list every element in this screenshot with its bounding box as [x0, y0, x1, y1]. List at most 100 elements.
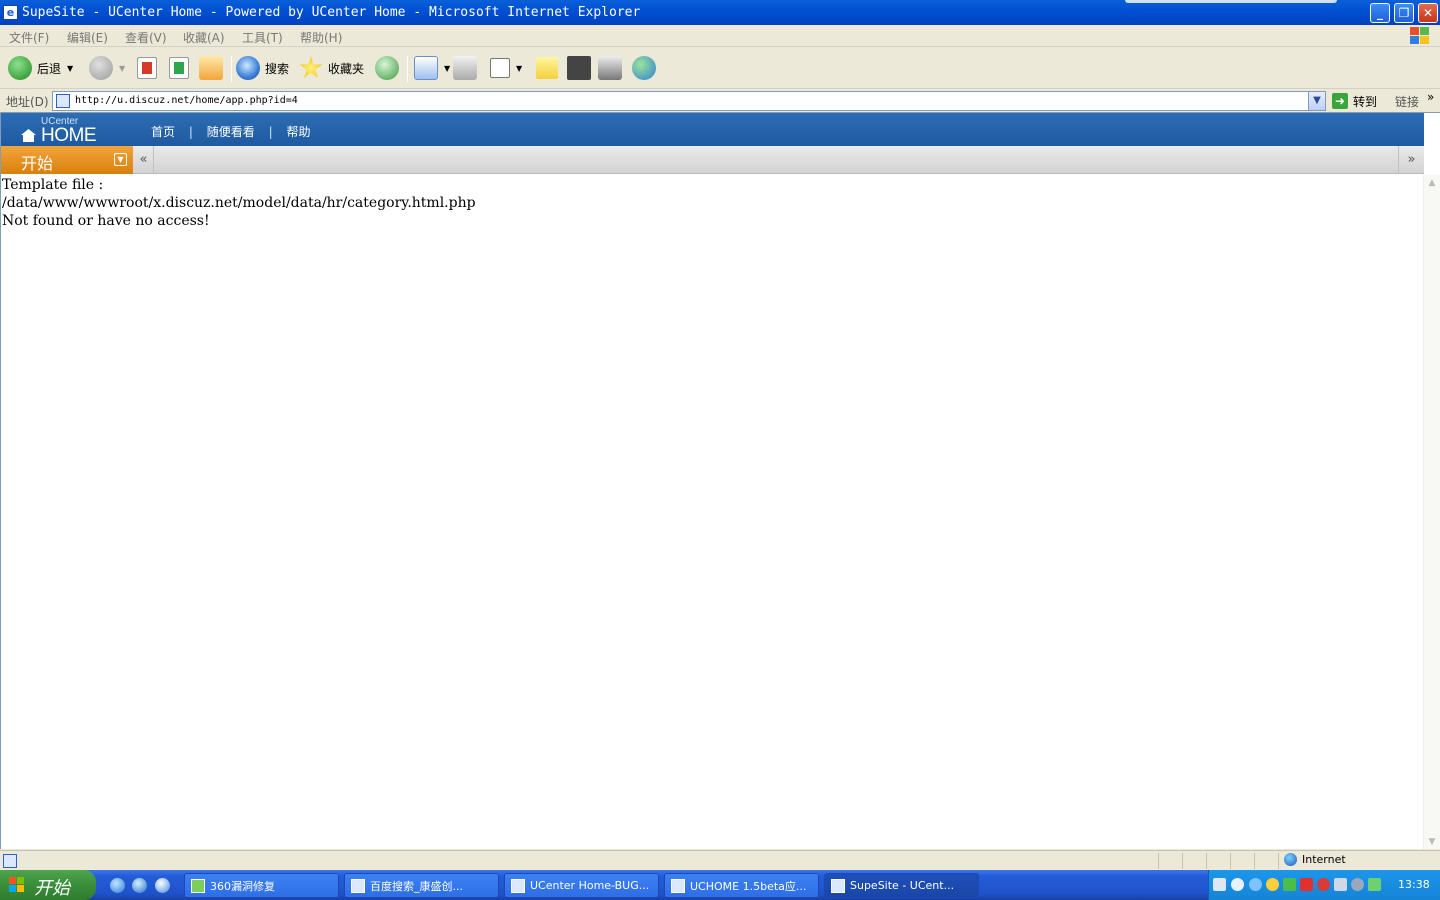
links-chevron-icon[interactable]: »	[1427, 90, 1434, 104]
status-pane	[1254, 853, 1278, 869]
address-field[interactable]: http://u.discuz.net/home/app.php?id=4 ▼	[52, 91, 1326, 111]
window-title: SupeSite - UCenter Home - Powered by UCe…	[22, 5, 641, 20]
ie-icon	[351, 878, 365, 893]
volume-icon[interactable]	[1334, 878, 1347, 891]
taskbar-item-supesite[interactable]: SupeSite - UCent...	[824, 873, 979, 898]
uchome-logo[interactable]: UCenter HOME	[19, 116, 119, 146]
uchome-start-label: 开始	[21, 154, 54, 173]
clock[interactable]: 13:38	[1398, 878, 1430, 891]
uchome-start-button[interactable]: 开始 ▼	[1, 146, 133, 174]
favorites-button[interactable]: 收藏夹	[299, 55, 364, 81]
note-icon	[536, 57, 558, 79]
toolbar-separator	[407, 56, 408, 82]
toolbar-separator	[231, 56, 232, 82]
home-button[interactable]	[199, 55, 223, 81]
keyboard-icon[interactable]	[1213, 878, 1226, 891]
research-button[interactable]	[598, 55, 622, 81]
refresh-button[interactable]	[169, 55, 189, 81]
window-title-bar[interactable]: e SupeSite - UCenter Home - Powered by U…	[0, 0, 1440, 25]
status-pane	[1158, 853, 1182, 869]
start-button[interactable]: 开始	[0, 870, 96, 900]
ie-quicklaunch-icon[interactable]	[132, 878, 147, 893]
taskbar: 开始 360漏洞修复 百度搜索_康盛创... UCenter Home-BUG.…	[0, 870, 1440, 900]
menu-help[interactable]: 帮助(H)	[300, 29, 342, 46]
standard-toolbar: 后退 ▼ ▼ 搜索 收藏夹 ▼ ▼	[0, 48, 1440, 89]
vertical-scrollbar[interactable]: ▲ ▼	[1423, 175, 1440, 849]
scroll-down-icon[interactable]: ▼	[1424, 834, 1440, 849]
nav-home-link[interactable]: 首页	[151, 125, 175, 139]
ie-icon	[671, 878, 685, 893]
app-icon	[191, 878, 205, 893]
back-dropdown-icon[interactable]: ▼	[67, 64, 73, 73]
security-guard-icon[interactable]	[1368, 878, 1381, 891]
status-pane	[1206, 853, 1230, 869]
windows-flag-icon	[9, 877, 24, 892]
menu-bar: 文件(F) 编辑(E) 查看(V) 收藏(A) 工具(T) 帮助(H)	[0, 25, 1440, 47]
scroll-up-icon[interactable]: ▲	[1424, 175, 1440, 191]
research-icon	[598, 56, 622, 80]
restore-button[interactable]: ❐	[1394, 3, 1414, 23]
address-url[interactable]: http://u.discuz.net/home/app.php?id=4	[75, 95, 298, 106]
edit-dropdown-icon[interactable]: ▼	[516, 64, 522, 73]
show-desktop-icon[interactable]	[110, 878, 125, 893]
tray-collapse-icon[interactable]	[1231, 878, 1244, 891]
expand-right-button[interactable]: »	[1398, 146, 1424, 174]
forward-dropdown-icon[interactable]: ▼	[119, 64, 125, 73]
qq-icon[interactable]	[1266, 878, 1279, 891]
logo-big-text: HOME	[41, 125, 97, 146]
chevron-down-icon[interactable]: ▼	[114, 153, 127, 166]
stop-button[interactable]	[137, 55, 157, 81]
page-icon	[56, 94, 70, 108]
menu-view[interactable]: 查看(V)	[125, 29, 167, 46]
shield-icon[interactable]	[1317, 878, 1330, 891]
menu-file[interactable]: 文件(F)	[9, 29, 49, 46]
collapse-left-button[interactable]: «	[134, 146, 154, 174]
taskbar-item-ucenter-bug[interactable]: UCenter Home-BUG...	[504, 873, 659, 898]
internet-globe-icon	[1284, 853, 1297, 866]
menu-edit[interactable]: 编辑(E)	[67, 29, 108, 46]
print-button[interactable]	[453, 55, 477, 81]
edit-button[interactable]: ▼	[490, 55, 522, 81]
links-button[interactable]: 链接	[1395, 93, 1419, 110]
nav-browse-link[interactable]: 随便看看	[207, 125, 255, 139]
uchome-header: UCenter HOME 首页 | 随便看看 | 帮助	[1, 113, 1424, 146]
taskbar-item-uchome-beta[interactable]: UCHOME 1.5beta应...	[664, 873, 819, 898]
security-zone[interactable]: Internet	[1284, 853, 1346, 866]
mail-dropdown-icon[interactable]: ▼	[444, 64, 450, 73]
close-button[interactable]: ✕	[1418, 3, 1438, 23]
back-button[interactable]: 后退 ▼	[8, 55, 73, 81]
address-dropdown-icon[interactable]: ▼	[1308, 92, 1325, 110]
house-icon	[21, 129, 36, 142]
go-button[interactable]: ➜ 转到	[1332, 92, 1377, 110]
nav-separator: |	[188, 125, 193, 139]
history-button[interactable]	[375, 55, 399, 81]
zone-label: Internet	[1302, 853, 1346, 866]
menu-tools[interactable]: 工具(T)	[242, 29, 283, 46]
status-pane	[1230, 853, 1254, 869]
mail-icon	[414, 56, 438, 80]
error-line: Template file :	[2, 177, 104, 193]
k-tool-button[interactable]	[567, 55, 591, 81]
taskbar-item-baidu[interactable]: 百度搜索_康盛创...	[344, 873, 499, 898]
title-bar-notice-strip	[1125, 0, 1337, 3]
menu-favorites[interactable]: 收藏(A)	[183, 29, 225, 46]
discuss-button[interactable]	[536, 55, 558, 81]
360-icon[interactable]	[1283, 878, 1296, 891]
forward-button[interactable]: ▼	[89, 55, 125, 81]
browser-viewport: UCenter HOME 首页 | 随便看看 | 帮助 开始 ▼ « » Tem…	[0, 112, 1440, 849]
messenger-button[interactable]	[632, 55, 656, 81]
network-icon[interactable]	[1249, 878, 1262, 891]
stop-icon	[137, 57, 157, 79]
taskbar-item-360[interactable]: 360漏洞修复	[184, 873, 339, 898]
task-label: 百度搜索_康盛创...	[370, 879, 463, 893]
minimize-button[interactable]: _	[1370, 3, 1390, 23]
tray-app-icon[interactable]	[1351, 878, 1364, 891]
ie-icon	[511, 878, 525, 893]
uchome-nav: 首页 | 随便看看 | 帮助	[151, 123, 310, 140]
antivirus-k-icon[interactable]	[1300, 878, 1313, 891]
error-line: /data/www/wwwroot/x.discuz.net/model/dat…	[2, 195, 476, 211]
nav-help-link[interactable]: 帮助	[286, 125, 310, 139]
mail-button[interactable]: ▼	[414, 55, 450, 81]
ie-alt-quicklaunch-icon[interactable]	[155, 878, 170, 893]
search-button[interactable]: 搜索	[236, 55, 289, 81]
